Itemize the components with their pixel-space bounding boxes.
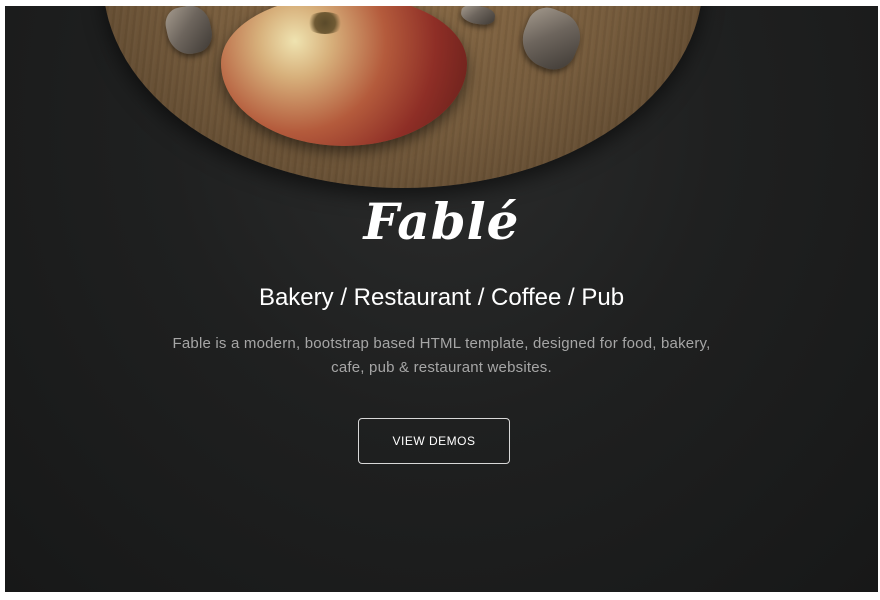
brand-logo: Fablé xyxy=(363,192,520,251)
hero-content: Fablé Bakery / Restaurant / Coffee / Pub… xyxy=(5,6,878,592)
view-demos-button[interactable]: VIEW DEMOS xyxy=(358,418,510,464)
hero-section: Fablé Bakery / Restaurant / Coffee / Pub… xyxy=(5,6,878,592)
hero-tagline: Bakery / Restaurant / Coffee / Pub xyxy=(258,284,625,311)
hero-description: Fable is a modern, bootstrap based HTML … xyxy=(172,335,711,376)
